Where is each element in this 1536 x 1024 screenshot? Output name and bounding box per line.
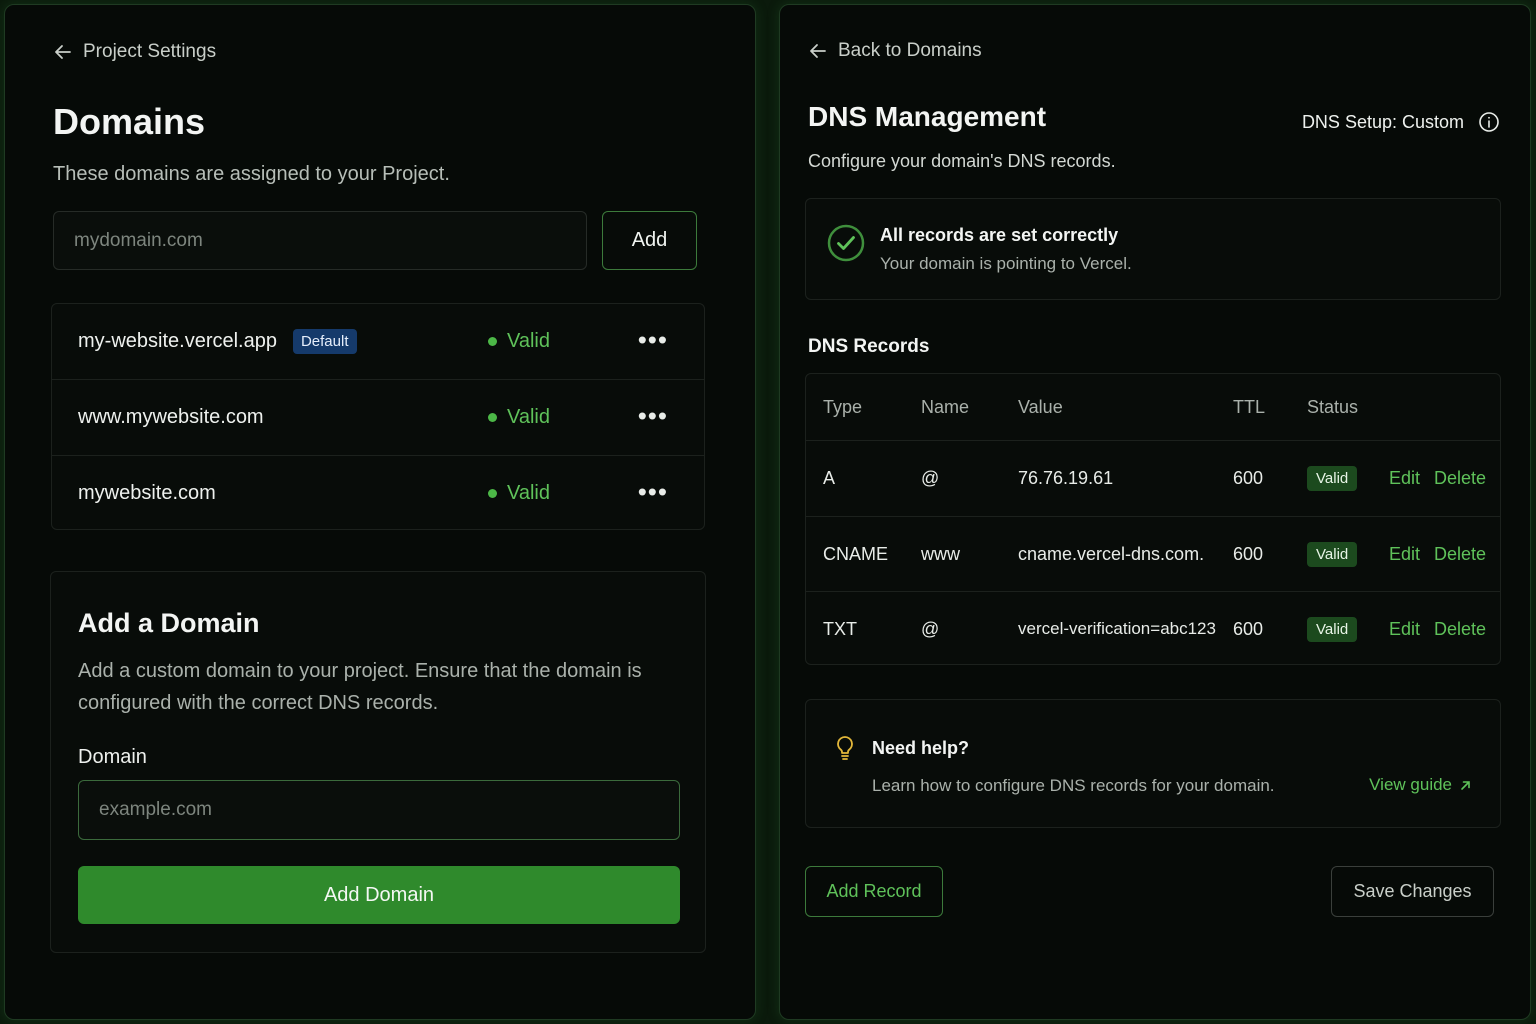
save-changes-label: Save Changes: [1353, 881, 1472, 901]
add-domain-card: Add a Domain Add a custom domain to your…: [50, 571, 706, 953]
domain-list: my-website.vercel.app Default Valid ••• …: [51, 303, 705, 530]
add-button-label: Add: [631, 229, 668, 251]
add-domain-description-line1: Add a custom domain to your project. Ens…: [78, 660, 642, 682]
dns-records-table: Type Name Value TTL Status A @ 76.76.19.…: [805, 373, 1501, 665]
dns-setup-indicator: DNS Setup: Custom: [1302, 111, 1500, 133]
cell-type: CNAME: [823, 543, 889, 564]
external-link-arrow-icon: [1461, 780, 1470, 790]
edit-record-link[interactable]: Edit: [1389, 468, 1420, 489]
status-card-title: All records are set correctly: [880, 225, 1119, 245]
cell-value: 76.76.19.61: [1018, 467, 1114, 488]
more-options-icon[interactable]: •••: [638, 402, 668, 428]
page-title: Domains: [53, 101, 206, 142]
add-record-button[interactable]: Add Record: [805, 866, 943, 917]
status-label: Valid: [507, 482, 550, 504]
arrow-left-icon: [810, 44, 826, 58]
add-domain-title: Add a Domain: [78, 608, 260, 638]
cell-name: @: [921, 467, 940, 488]
domains-panel: Project Settings Domains These domains a…: [4, 4, 756, 1020]
status-valid: Valid: [488, 330, 550, 353]
table-row: A @ 76.76.19.61 600 Valid Edit Delete: [806, 441, 1500, 515]
save-changes-button[interactable]: Save Changes: [1331, 866, 1494, 917]
status-label: Valid: [507, 406, 550, 428]
add-button[interactable]: Add: [602, 211, 697, 270]
domain-row[interactable]: my-website.vercel.app Default Valid •••: [52, 304, 704, 379]
default-badge: Default: [292, 329, 357, 354]
cell-name: www: [921, 543, 960, 564]
domain-name: my-website.vercel.app: [78, 330, 277, 352]
status-label: Valid: [507, 330, 550, 352]
status-dot-icon: [488, 337, 497, 346]
domain-field-input[interactable]: example.com: [78, 780, 680, 840]
domain-input[interactable]: mydomain.com: [53, 211, 587, 270]
status-dot-icon: [488, 413, 497, 422]
edit-record-link[interactable]: Edit: [1389, 544, 1420, 565]
cell-name: @: [921, 618, 940, 639]
table-row: CNAME www cname.vercel-dns.com. 600 Vali…: [806, 517, 1500, 591]
status-valid: Valid: [488, 482, 550, 505]
domain-input-placeholder: mydomain.com: [74, 229, 203, 251]
status-valid: Valid: [488, 406, 550, 429]
cell-type: A: [823, 467, 836, 488]
help-card-message: Learn how to configure DNS records for y…: [872, 776, 1275, 795]
back-to-project-settings-link[interactable]: Project Settings: [53, 41, 216, 63]
domain-name: mywebsite.com: [78, 482, 216, 504]
header-value: Value: [1018, 396, 1063, 417]
page-title: DNS Management: [808, 101, 1047, 132]
table-row: TXT @ vercel-verification=abc123 600 Val…: [806, 592, 1500, 666]
back-label: Back to Domains: [838, 40, 982, 61]
help-card: Need help? Learn how to configure DNS re…: [805, 699, 1501, 828]
add-domain-description-line2: configured with the correct DNS records.: [78, 692, 439, 714]
cell-value: cname.vercel-dns.com.: [1018, 543, 1205, 564]
lightbulb-icon: [837, 736, 853, 760]
more-options-icon[interactable]: •••: [638, 326, 668, 352]
status-badge: Valid: [1307, 616, 1358, 642]
add-domain-button-label: Add Domain: [323, 883, 435, 906]
page-subtitle: These domains are assigned to your Proje…: [53, 163, 450, 185]
status-card-message: Your domain is pointing to Vercel.: [880, 254, 1132, 273]
delete-record-link[interactable]: Delete: [1434, 468, 1486, 489]
header-status: Status: [1307, 396, 1359, 417]
domain-row[interactable]: www.mywebsite.com Valid •••: [52, 380, 704, 455]
view-guide-link[interactable]: View guide: [1369, 775, 1472, 795]
edit-record-link[interactable]: Edit: [1389, 619, 1420, 640]
page-subtitle: Configure your domain's DNS records.: [808, 151, 1116, 171]
header-ttl: TTL: [1233, 396, 1266, 417]
help-card-title: Need help?: [872, 738, 970, 758]
cell-type: TXT: [823, 618, 857, 639]
cell-ttl: 600: [1233, 618, 1264, 639]
delete-record-link[interactable]: Delete: [1434, 619, 1486, 640]
cell-value: vercel-verification=abc123: [1018, 619, 1216, 638]
records-status-card: All records are set correctly Your domai…: [805, 198, 1501, 300]
delete-record-link[interactable]: Delete: [1434, 544, 1486, 565]
domain-row[interactable]: mywebsite.com Valid •••: [52, 456, 704, 531]
domain-field-label: Domain: [78, 746, 147, 768]
dns-setup-label: DNS Setup: Custom: [1301, 111, 1464, 132]
back-to-domains-link[interactable]: Back to Domains: [808, 40, 982, 62]
cell-ttl: 600: [1233, 543, 1264, 564]
check-circle-icon: [827, 224, 865, 262]
status-badge: Valid: [1307, 541, 1358, 567]
more-options-icon[interactable]: •••: [638, 478, 668, 504]
table-header-row: Type Name Value TTL Status: [806, 374, 1500, 440]
arrow-left-icon: [55, 45, 71, 59]
dns-records-heading: DNS Records: [808, 336, 930, 357]
info-icon[interactable]: [1478, 111, 1500, 133]
header-name: Name: [921, 396, 970, 417]
cell-ttl: 600: [1233, 467, 1264, 488]
status-dot-icon: [488, 489, 497, 498]
view-guide-label: View guide: [1369, 775, 1452, 794]
domain-field-placeholder: example.com: [99, 799, 212, 820]
back-label: Project Settings: [83, 41, 217, 62]
domain-name: www.mywebsite.com: [78, 406, 264, 428]
header-type: Type: [823, 396, 863, 417]
add-domain-button[interactable]: Add Domain: [78, 866, 680, 924]
add-record-label: Add Record: [826, 881, 922, 901]
dns-management-panel: Back to Domains DNS Management DNS Setup…: [779, 4, 1531, 1020]
status-badge: Valid: [1307, 465, 1358, 491]
